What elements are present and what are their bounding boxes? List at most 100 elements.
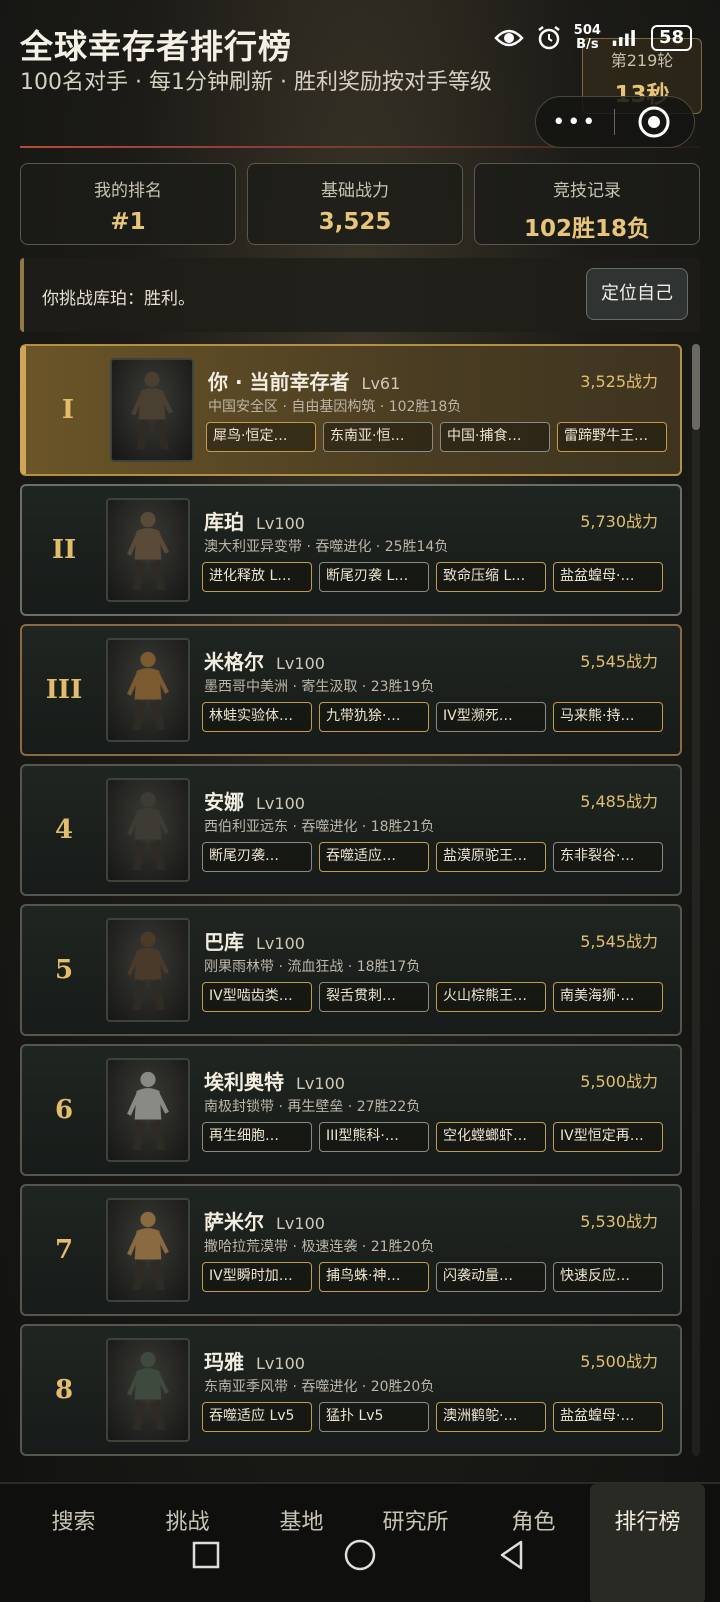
skill-tag[interactable]: 犀鸟·恒定… — [206, 422, 316, 452]
player-row[interactable]: 4 安娜 Lv100 5,485战力 西伯利亚远东 · 吞噬进化 · 18胜21… — [20, 764, 682, 896]
player-level: Lv100 — [256, 794, 305, 813]
stat-label: 基础战力 — [321, 181, 389, 201]
rank-number: I — [61, 395, 75, 425]
skill-tag[interactable]: IV型恒定再… — [553, 1122, 663, 1152]
close-miniprogram-button[interactable] — [615, 105, 695, 139]
signal-icon — [611, 23, 641, 53]
stat-value: #1 — [110, 209, 146, 235]
skill-tag[interactable]: 捕鸟蛛·神… — [319, 1262, 429, 1292]
player-avatar — [110, 358, 194, 462]
stat-my-rank: 我的排名 #1 — [20, 163, 236, 245]
skill-tags: 断尾刃袭… 吞噬适应… 盐漠原驼王… 东非裂谷·… — [202, 842, 663, 872]
skill-tag[interactable]: 裂舌贯刺… — [319, 982, 429, 1012]
back-icon[interactable] — [492, 1535, 532, 1575]
scroll-thumb[interactable] — [692, 344, 700, 430]
skill-tag[interactable]: 空化螳螂虾… — [436, 1122, 546, 1152]
player-row[interactable]: 8 玛雅 Lv100 5,500战力 东南亚季风带 · 吞噬进化 · 20胜20… — [20, 1324, 682, 1456]
player-meta: 刚果雨林带 · 流血狂战 · 18胜17负 — [204, 959, 421, 975]
survivor-figure-icon — [131, 371, 173, 450]
rank-number: 8 — [54, 1375, 74, 1405]
skill-tag[interactable]: 南美海狮·… — [553, 982, 663, 1012]
player-row[interactable]: 5 巴库 Lv100 5,545战力 刚果雨林带 · 流血狂战 · 18胜17负… — [20, 904, 682, 1036]
player-avatar — [106, 778, 190, 882]
nav-item[interactable]: 排行榜 — [590, 1484, 705, 1602]
survivor-figure-icon — [127, 1351, 169, 1430]
skill-tags: IV型啮齿类… 裂舌贯刺… 火山棕熊王… 南美海狮·… — [202, 982, 663, 1012]
player-name: 玛雅 — [204, 1350, 244, 1374]
player-avatar — [106, 1198, 190, 1302]
skill-tag[interactable]: 东南亚·恒… — [323, 422, 433, 452]
player-avatar — [106, 918, 190, 1022]
stat-label: 我的排名 — [94, 181, 162, 201]
locate-self-button[interactable]: 定位自己 — [586, 268, 688, 320]
skill-tag[interactable]: 澳洲鹤鸵·… — [436, 1402, 546, 1432]
battle-result-text: 你挑战库珀：胜利。 — [42, 289, 195, 309]
player-level: Lv100 — [256, 514, 305, 533]
skill-tag[interactable]: 致命压缩 L… — [436, 562, 546, 592]
player-meta: 东南亚季风带 · 吞噬进化 · 20胜20负 — [204, 1379, 435, 1395]
skill-tag[interactable]: 闪袭动量… — [436, 1262, 546, 1292]
skill-tag[interactable]: 吞噬适应 Lv5 — [202, 1402, 312, 1432]
skill-tag[interactable]: 猛扑 Lv5 — [319, 1402, 429, 1432]
more-menu-button[interactable]: ••• — [536, 110, 614, 135]
player-row[interactable]: 7 萨米尔 Lv100 5,530战力 撒哈拉荒漠带 · 极速连袭 · 21胜2… — [20, 1184, 682, 1316]
player-name: 埃利奥特 — [204, 1070, 284, 1094]
skill-tag[interactable]: 再生细胞… — [202, 1122, 312, 1152]
player-name: 巴库 — [204, 930, 244, 954]
leaderboard-list[interactable]: I 你 · 当前幸存者 Lv61 3,525战力 中国安全区 · 自由基因构筑 … — [20, 344, 682, 1456]
page-title: 全球幸存者排行榜 — [20, 27, 292, 66]
list-scrollbar[interactable] — [692, 344, 700, 1456]
skill-tags: IV型瞬时加… 捕鸟蛛·神… 闪袭动量… 快速反应… — [202, 1262, 663, 1292]
player-avatar — [106, 1338, 190, 1442]
skill-tag[interactable]: 盐漠原驼王… — [436, 842, 546, 872]
rank-number: 6 — [54, 1095, 74, 1125]
skill-tag[interactable]: 吞噬适应… — [319, 842, 429, 872]
player-row[interactable]: III 米格尔 Lv100 5,545战力 墨西哥中美洲 · 寄生汲取 · 23… — [20, 624, 682, 756]
survivor-figure-icon — [127, 791, 169, 870]
skill-tag[interactable]: 雷蹄野牛王… — [557, 422, 667, 452]
skill-tag[interactable]: IV型濒死… — [436, 702, 546, 732]
recents-icon[interactable] — [186, 1535, 226, 1575]
skill-tag[interactable]: III型熊科·… — [319, 1122, 429, 1152]
skill-tag[interactable]: 中国·捕食… — [440, 422, 550, 452]
player-avatar — [106, 498, 190, 602]
player-name: 安娜 — [204, 790, 244, 814]
skill-tag[interactable]: 东非裂谷·… — [553, 842, 663, 872]
player-level: Lv100 — [296, 1074, 345, 1093]
player-power: 5,545战力 — [580, 932, 658, 951]
player-name: 萨米尔 — [204, 1210, 264, 1234]
skill-tag[interactable]: 火山棕熊王… — [436, 982, 546, 1012]
player-avatar — [106, 638, 190, 742]
stat-value: 3,525 — [318, 209, 392, 235]
survivor-figure-icon — [127, 931, 169, 1010]
skill-tag[interactable]: 马来熊·持… — [553, 702, 663, 732]
player-power: 5,500战力 — [580, 1072, 658, 1091]
player-level: Lv61 — [361, 374, 401, 393]
skill-tag[interactable]: 断尾刃袭… — [202, 842, 312, 872]
nav-item[interactable]: 搜索 — [16, 1484, 131, 1602]
skill-tag[interactable]: 林蛙实验体… — [202, 702, 312, 732]
player-avatar — [106, 1058, 190, 1162]
home-icon[interactable] — [340, 1535, 380, 1575]
player-level: Lv100 — [256, 934, 305, 953]
skill-tag[interactable]: 盐盆蝗母·… — [553, 1402, 663, 1432]
player-power: 5,485战力 — [580, 792, 658, 811]
skill-tag[interactable]: IV型瞬时加… — [202, 1262, 312, 1292]
stat-base-power: 基础战力 3,525 — [247, 163, 463, 245]
skill-tag[interactable]: 盐盆蝗母·… — [553, 562, 663, 592]
skill-tag[interactable]: 进化释放 L… — [202, 562, 312, 592]
player-meta: 西伯利亚远东 · 吞噬进化 · 18胜21负 — [204, 819, 435, 835]
survivor-figure-icon — [127, 1071, 169, 1150]
rank-number: 5 — [54, 955, 74, 985]
survivor-figure-icon — [127, 651, 169, 730]
skill-tag[interactable]: 断尾刃袭 L… — [319, 562, 429, 592]
stat-value: 102胜18负 — [523, 216, 651, 242]
skill-tag[interactable]: 快速反应… — [553, 1262, 663, 1292]
survivor-figure-icon — [127, 1211, 169, 1290]
player-row[interactable]: 6 埃利奥特 Lv100 5,500战力 南极封锁带 · 再生壁垒 · 27胜2… — [20, 1044, 682, 1176]
skill-tag[interactable]: 九带犰狳·… — [319, 702, 429, 732]
skill-tag[interactable]: IV型啮齿类… — [202, 982, 312, 1012]
player-row[interactable]: I 你 · 当前幸存者 Lv61 3,525战力 中国安全区 · 自由基因构筑 … — [20, 344, 682, 476]
player-row[interactable]: II 库珀 Lv100 5,730战力 澳大利亚异变带 · 吞噬进化 · 25胜… — [20, 484, 682, 616]
battery-indicator: 58 — [650, 25, 692, 51]
